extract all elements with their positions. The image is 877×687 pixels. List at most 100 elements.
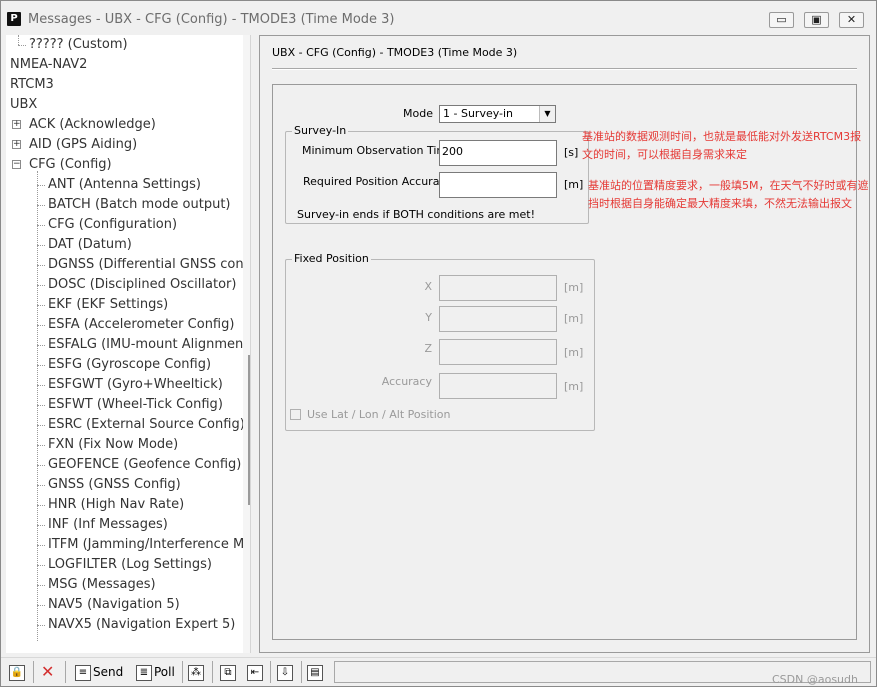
- tree-item-label: ESFGWT (Gyro+Wheeltick): [48, 377, 223, 392]
- min-obs-time-field[interactable]: 200: [439, 140, 557, 166]
- tree-item-label: CFG (Config): [29, 157, 112, 172]
- tree-item[interactable]: ESFG (Gyroscope Config): [48, 355, 211, 375]
- x-label: X: [424, 280, 432, 293]
- close-icon: ✕: [41, 662, 55, 681]
- cancel-button[interactable]: ✕: [41, 661, 54, 683]
- message-tree[interactable]: ????? (Custom) NMEA-NAV2 RTCM3 UBX ACK (Ackn…: [6, 35, 251, 653]
- tree-item-label: ACK (Acknowledge): [29, 117, 156, 132]
- minimize-button[interactable]: ▭: [769, 12, 794, 28]
- req-pos-accuracy-field[interactable]: [439, 172, 557, 198]
- tree-item[interactable]: UBX: [10, 95, 37, 115]
- tree-connector: [37, 365, 45, 366]
- tree-item[interactable]: INF (Inf Messages): [48, 515, 168, 535]
- send-button[interactable]: ≡ Send: [75, 661, 123, 683]
- poll-button[interactable]: ≣ Poll: [136, 661, 175, 683]
- copy-button[interactable]: ⧉: [220, 661, 238, 683]
- tree-connector: [37, 525, 45, 526]
- tree-item-label: ????? (Custom): [29, 37, 128, 52]
- tree-item[interactable]: AID (GPS Aiding): [29, 135, 137, 155]
- tree-item[interactable]: DAT (Datum): [48, 235, 132, 255]
- tree-connector: [37, 625, 45, 626]
- tree-item[interactable]: ACK (Acknowledge): [29, 115, 156, 135]
- mode-select-value: 1 - Survey-in: [443, 107, 514, 120]
- toolbar-separator: [65, 661, 66, 683]
- tree-item-label: DGNSS (Differential GNSS config: [48, 257, 251, 272]
- tree-item[interactable]: ANT (Antenna Settings): [48, 175, 201, 195]
- tree-item-label: GEOFENCE (Geofence Config): [48, 457, 242, 472]
- toolbar-separator: [33, 661, 34, 683]
- tree-item[interactable]: NAV5 (Navigation 5): [48, 595, 180, 615]
- tree-item-label: ESFWT (Wheel-Tick Config): [48, 397, 223, 412]
- app-logo-icon: P: [7, 12, 21, 26]
- lock-button[interactable]: 🔒: [9, 661, 27, 683]
- tree-item[interactable]: CFG (Configuration): [48, 215, 177, 235]
- tree-item[interactable]: ESFALG (IMU-mount Alignment): [48, 335, 251, 355]
- tree-item[interactable]: DGNSS (Differential GNSS config: [48, 255, 251, 275]
- export-button[interactable]: ⇤: [247, 661, 265, 683]
- z-label: Z: [424, 342, 432, 355]
- use-lla-checkbox[interactable]: [290, 409, 301, 420]
- import-button[interactable]: ⇩: [277, 661, 295, 683]
- tree-item[interactable]: ESRC (External Source Config): [48, 415, 245, 435]
- app-window: P Messages - UBX - CFG (Config) - TMODE3…: [0, 0, 877, 687]
- print-button[interactable]: ▤: [307, 661, 325, 683]
- tree-item[interactable]: CFG (Config): [29, 155, 112, 175]
- tree-item-label: ESFALG (IMU-mount Alignment): [48, 337, 251, 352]
- tree-item[interactable]: GEOFENCE (Geofence Config): [48, 455, 241, 475]
- tree-item[interactable]: ESFA (Accelerometer Config): [48, 315, 234, 335]
- z-field[interactable]: [439, 339, 557, 365]
- tree-item[interactable]: BATCH (Batch mode output): [48, 195, 231, 215]
- tree-connector: [37, 465, 45, 466]
- tree-item[interactable]: GNSS (GNSS Config): [48, 475, 181, 495]
- tree-item[interactable]: ESFWT (Wheel-Tick Config): [48, 395, 223, 415]
- tree-item-label: ESFA (Accelerometer Config): [48, 317, 235, 332]
- tree-item-label: CFG (Configuration): [48, 217, 178, 232]
- x-field[interactable]: [439, 275, 557, 301]
- tree-item[interactable]: RTCM3: [10, 75, 54, 95]
- tree-item[interactable]: ????? (Custom): [29, 35, 128, 55]
- tree-item[interactable]: EKF (EKF Settings): [48, 295, 168, 315]
- z-unit: [m]: [564, 346, 584, 359]
- min-obs-time-label: Minimum Observation Time: [302, 144, 454, 157]
- bottom-toolbar: 🔒 ✕ ≡ Send ≣ Poll ⁂ ⧉ ⇤ ⇩ ▤ CSDN @aosudh: [1, 657, 876, 686]
- expand-icon[interactable]: +: [12, 140, 21, 149]
- tree-scrollbar-thumb[interactable]: [248, 355, 250, 505]
- tree-scrollbar[interactable]: [243, 35, 250, 653]
- tree-connector: [37, 205, 45, 206]
- tree-connector: [37, 185, 45, 186]
- tree-item[interactable]: ESFGWT (Gyro+Wheeltick): [48, 375, 223, 395]
- tree-item[interactable]: HNR (High Nav Rate): [48, 495, 184, 515]
- tree-item[interactable]: ITFM (Jamming/Interference Mo: [48, 535, 251, 555]
- tree-item[interactable]: NAVX5 (Navigation Expert 5): [48, 615, 235, 635]
- title-bar: P Messages - UBX - CFG (Config) - TMODE3…: [1, 1, 876, 35]
- tree-connector: [37, 385, 45, 386]
- tree-item[interactable]: DOSC (Disciplined Oscillator): [48, 275, 236, 295]
- tree-item-label: FXN (Fix Now Mode): [48, 437, 179, 452]
- tree-item[interactable]: MSG (Messages): [48, 575, 156, 595]
- tree-item-label: RTCM3: [10, 77, 54, 92]
- collapse-icon[interactable]: −: [12, 160, 21, 169]
- expand-icon[interactable]: +: [12, 120, 21, 129]
- tree-item-label: ITFM (Jamming/Interference Mo: [48, 537, 251, 552]
- restore-button[interactable]: ▣: [804, 12, 829, 28]
- header-divider: [272, 68, 857, 70]
- annotation-observation-time: 基准站的数据观测时间，也就是最低能对外发送RTCM3报文的时间，可以根据自身需求…: [582, 130, 862, 161]
- auto-poll-button[interactable]: ⁂: [188, 661, 206, 683]
- tree-item-label: LOGFILTER (Log Settings): [48, 557, 212, 572]
- tree-item[interactable]: LOGFILTER (Log Settings): [48, 555, 212, 575]
- accuracy-field[interactable]: [439, 373, 557, 399]
- y-field[interactable]: [439, 306, 557, 332]
- chevron-down-icon[interactable]: ▼: [539, 106, 555, 122]
- tree-connector: [18, 35, 19, 45]
- close-button[interactable]: ✕: [839, 12, 864, 28]
- fixed-position-title: Fixed Position: [292, 252, 371, 265]
- accuracy-unit: [m]: [564, 380, 584, 393]
- mode-select[interactable]: 1 - Survey-in ▼: [439, 105, 556, 123]
- tree-connector: [37, 325, 45, 326]
- min-obs-time-unit: [s]: [564, 146, 579, 159]
- config-panel: UBX - CFG (Config) - TMODE3 (Time Mode 3…: [259, 35, 870, 653]
- tree-item[interactable]: FXN (Fix Now Mode): [48, 435, 178, 455]
- tree-item-label: DAT (Datum): [48, 237, 132, 252]
- tree-item[interactable]: NMEA-NAV2: [10, 55, 87, 75]
- fixed-position-group: Fixed Position X [m] Y [m] Z [m] Accurac…: [285, 252, 595, 431]
